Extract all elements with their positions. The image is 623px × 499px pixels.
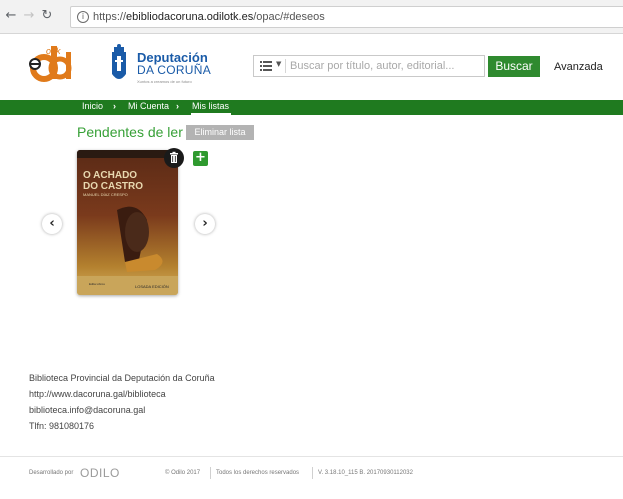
- library-name: Biblioteca Provincial da Deputación da C…: [29, 373, 215, 383]
- chevron-down-icon[interactable]: ▼: [276, 60, 281, 68]
- footer-separator: [210, 467, 211, 479]
- book-imprint: Edita Libros: [89, 282, 105, 286]
- book-author: MANUEL DÍAZ CRESPO: [83, 192, 128, 197]
- footer-separator: [312, 467, 313, 479]
- deputacion-tagline: Xuntos a creamos de un futuro: [137, 79, 192, 84]
- breadcrumb-inicio[interactable]: Inicio: [82, 101, 103, 111]
- url-text[interactable]: https://ebibliodacoruna.odilotk.es/opac/…: [93, 11, 325, 23]
- search-button[interactable]: Buscar: [488, 56, 540, 77]
- library-email-link[interactable]: biblioteca.info@dacoruna.gal: [29, 405, 145, 415]
- url-path: /opac/#deseos: [253, 11, 325, 23]
- breadcrumb-mis-listas[interactable]: Mis listas: [192, 101, 229, 111]
- url-host: ebibliodacoruna.odilotk.es: [126, 11, 254, 23]
- book-publisher: LOSADA EDICIÓN: [135, 284, 169, 289]
- ebiblio-logo[interactable]: ook: [26, 42, 74, 86]
- search-box: ▼: [253, 55, 485, 77]
- developed-by-text: Desarrollado por: [29, 470, 74, 476]
- deputacion-logo[interactable]: Deputación DA CORUÑA Xuntos a creamos de…: [107, 44, 227, 90]
- delete-list-button[interactable]: Eliminar lista: [186, 125, 254, 140]
- library-phone: Tlfn: 981080176: [29, 421, 95, 431]
- search-input[interactable]: [290, 58, 480, 74]
- breadcrumb: Inicio › Mi Cuenta › Mis listas: [0, 100, 623, 115]
- copyright-text: © Odilo 2017: [165, 470, 201, 476]
- deputacion-subtitle: DA CORUÑA: [137, 63, 212, 77]
- footer-divider: [0, 456, 623, 457]
- list-title: Pendentes de ler: [77, 124, 183, 140]
- library-website-link[interactable]: http://www.dacoruna.gal/biblioteca: [29, 389, 166, 399]
- trash-icon: [170, 151, 178, 163]
- reload-icon[interactable]: ↻: [40, 9, 54, 23]
- url-prefix: https://: [93, 11, 127, 23]
- carousel-next-button[interactable]: ›: [195, 214, 215, 234]
- active-tab-indicator: [191, 113, 231, 115]
- advanced-search-link[interactable]: Avanzada: [554, 61, 603, 73]
- logo-small-text: ook: [46, 46, 61, 56]
- site-header: ook Deputación DA CORUÑA Xuntos a creamo…: [0, 34, 623, 100]
- breadcrumb-mi-cuenta[interactable]: Mi Cuenta: [128, 101, 169, 111]
- remove-from-list-button[interactable]: [164, 148, 184, 168]
- book-title-line-1: O ACHADO: [83, 170, 138, 181]
- list-icon[interactable]: [260, 61, 272, 71]
- version-text: V. 3.18.10_115 B. 20170930112032: [318, 470, 413, 476]
- add-to-list-button[interactable]: +: [193, 151, 208, 166]
- arrow-right-icon[interactable]: →: [22, 9, 36, 23]
- crest-icon: [112, 44, 126, 79]
- book-title: O ACHADO DO CASTRO: [83, 170, 143, 192]
- browser-toolbar: ← → ↻ i https://ebibliodacoruna.odilotk.…: [0, 0, 623, 34]
- search-divider: [285, 59, 286, 73]
- carousel-prev-button[interactable]: ‹: [42, 214, 62, 234]
- rights-text: Todos los derechos reservados: [216, 470, 300, 476]
- book-cover[interactable]: O ACHADO DO CASTRO MANUEL DÍAZ CRESPO Ed…: [77, 150, 178, 295]
- address-bar[interactable]: i https://ebibliodacoruna.odilotk.es/opa…: [70, 6, 623, 28]
- odilo-logo[interactable]: ODILO: [80, 466, 120, 480]
- book-title-line-2: DO CASTRO: [83, 181, 143, 192]
- breadcrumb-separator: ›: [176, 101, 179, 111]
- breadcrumb-separator: ›: [113, 101, 116, 111]
- info-icon[interactable]: i: [77, 11, 89, 23]
- arrow-left-icon[interactable]: ←: [4, 9, 18, 23]
